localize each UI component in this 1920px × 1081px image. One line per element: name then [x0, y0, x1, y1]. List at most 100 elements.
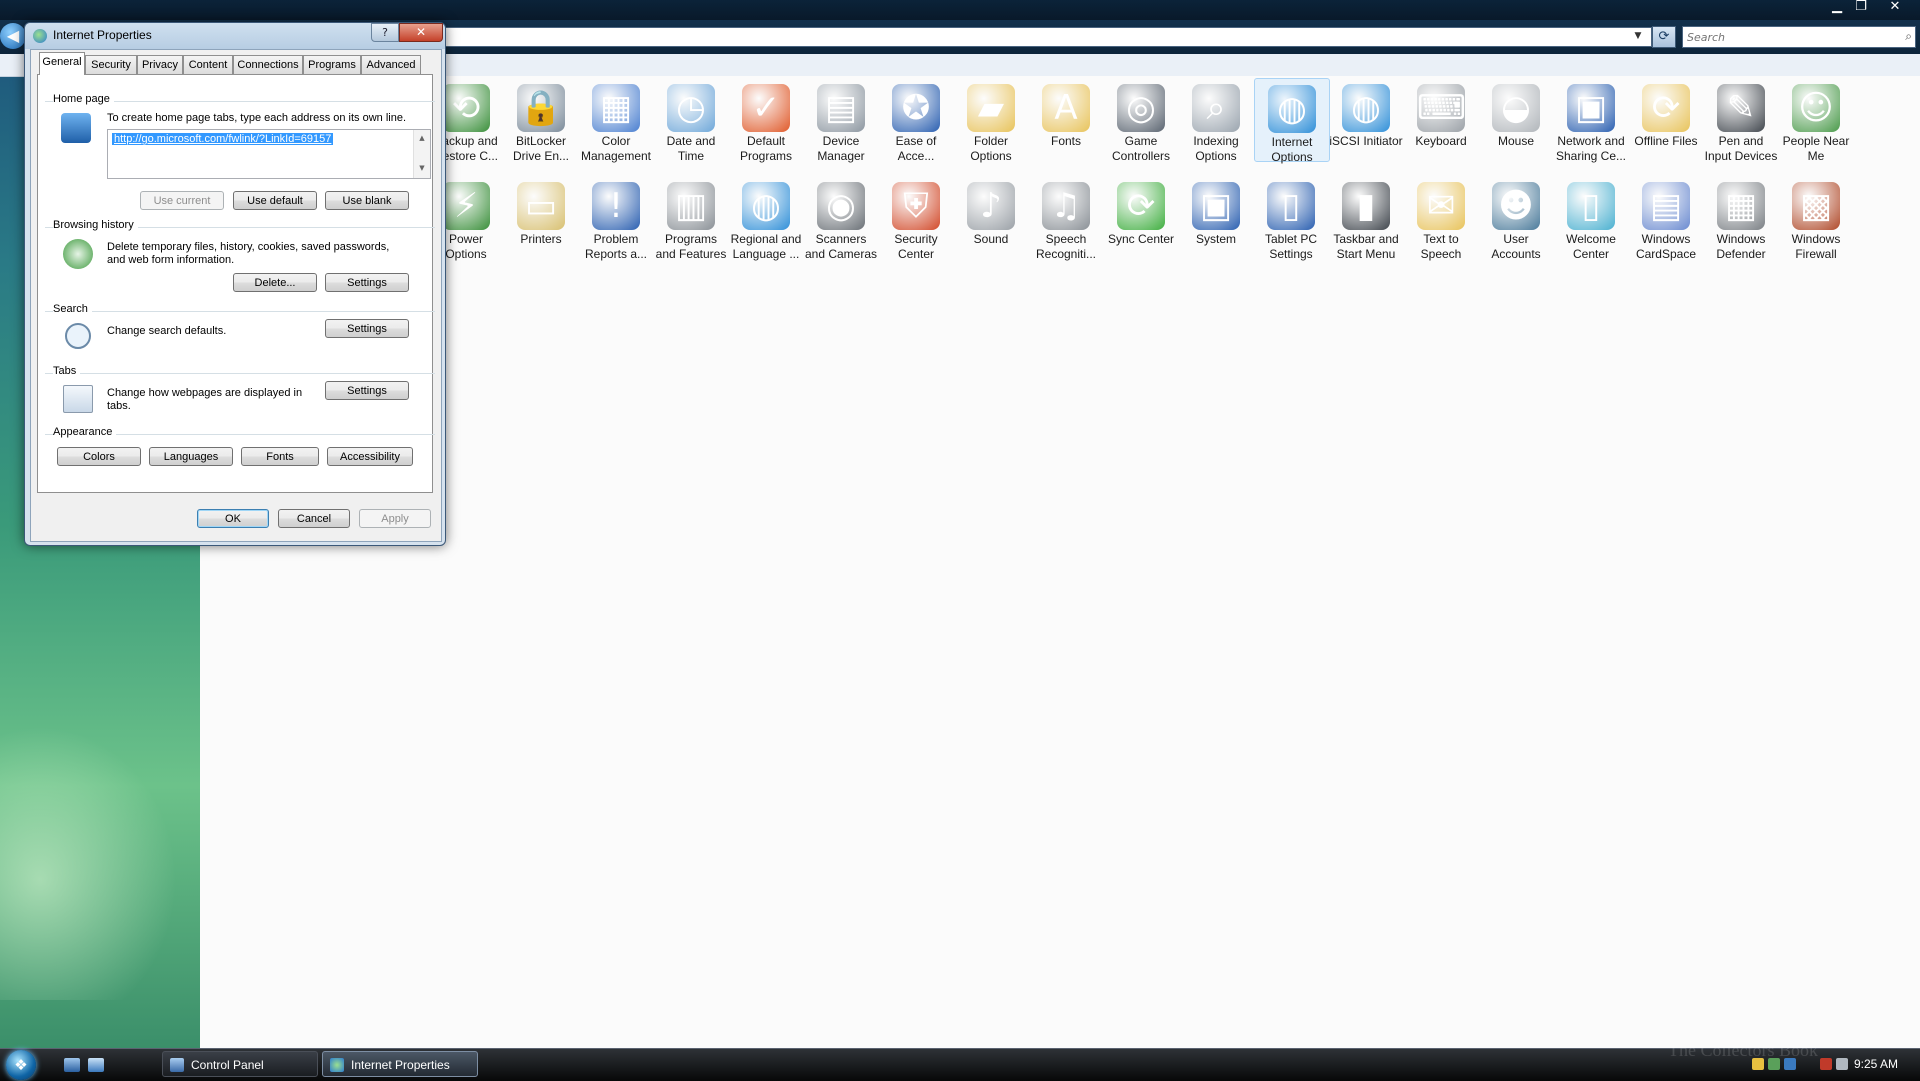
control-panel-item[interactable]: ✪ Ease of Acce...	[879, 78, 953, 163]
restore-button[interactable]: ❐	[1850, 0, 1872, 16]
use-default-button[interactable]: Use default	[233, 191, 317, 210]
tabs-icon	[63, 385, 93, 413]
address-dropdown-icon[interactable]: ▼	[1630, 28, 1646, 44]
control-panel-item[interactable]: ▮ Taskbar and Start Menu	[1329, 176, 1403, 261]
control-panel-item[interactable]: ♪ Sound	[954, 176, 1028, 258]
textarea-scrollbar[interactable]: ▲ ▼	[413, 130, 430, 178]
use-current-button[interactable]: Use current	[140, 191, 224, 210]
taskbar-button-internet-properties[interactable]: Internet Properties	[322, 1051, 478, 1077]
update-tray-icon[interactable]	[1784, 1058, 1796, 1070]
control-panel-item[interactable]: ◒ Mouse	[1479, 78, 1553, 160]
control-panel-item[interactable]: ▯ Welcome Center	[1554, 176, 1628, 261]
firewall-icon: ▩	[1792, 182, 1840, 230]
control-panel-item-label: Windows Defender	[1716, 232, 1766, 261]
printers-icon: ▭	[517, 182, 565, 230]
minimize-button[interactable]: ▁	[1826, 0, 1848, 16]
close-window-button[interactable]: ✕	[1884, 0, 1906, 16]
delete-history-button[interactable]: Delete...	[233, 273, 317, 292]
taskbar-button-control-panel[interactable]: Control Panel	[162, 1051, 318, 1077]
control-panel-item[interactable]: ⌨ Keyboard	[1404, 78, 1478, 160]
tab-privacy[interactable]: Privacy	[137, 55, 183, 74]
speech-recognition-icon: ♫	[1042, 182, 1090, 230]
control-panel-item[interactable]: ✉ Text to Speech	[1404, 176, 1478, 261]
alert-tray-icon[interactable]	[1820, 1058, 1832, 1070]
scroll-up-icon[interactable]: ▲	[414, 134, 430, 142]
dialog-close-button[interactable]: ✕	[399, 23, 443, 42]
control-panel-item[interactable]: ▦ Windows Defender	[1704, 176, 1778, 261]
search-box[interactable]: ⌕	[1682, 26, 1916, 48]
control-panel-item[interactable]: ♫ Speech Recogniti...	[1029, 176, 1103, 261]
control-panel-item[interactable]: ◎ Game Controllers	[1104, 78, 1178, 163]
volume-tray-icon[interactable]	[1836, 1058, 1848, 1070]
control-panel-item[interactable]: ◍ Regional and Language ...	[729, 176, 803, 261]
control-panel-item[interactable]: 🔒 BitLocker Drive En...	[504, 78, 578, 163]
control-panel-item[interactable]: ▦ Color Management	[579, 78, 653, 163]
control-panel-item[interactable]: ▤ Device Manager	[804, 78, 878, 163]
tab-connections[interactable]: Connections	[233, 55, 303, 74]
control-panel-item[interactable]: A Fonts	[1029, 78, 1103, 160]
control-panel-item[interactable]: ▣ System	[1179, 176, 1253, 258]
start-button[interactable]: ❖	[6, 1050, 36, 1080]
control-panel-item[interactable]: ◷ Date and Time	[654, 78, 728, 163]
accessibility-button[interactable]: Accessibility	[327, 447, 413, 466]
tab-programs[interactable]: Programs	[303, 55, 361, 74]
control-panel-item[interactable]: ☻ User Accounts	[1479, 176, 1553, 261]
window-titlebar	[0, 0, 1920, 20]
help-button[interactable]: ?	[371, 23, 399, 42]
colors-button[interactable]: Colors	[57, 447, 141, 466]
control-panel-item[interactable]: ▥ Programs and Features	[654, 176, 728, 261]
control-panel-item[interactable]: ▰ Folder Options	[954, 78, 1028, 163]
control-panel-item-label: Security Center	[894, 232, 938, 261]
control-panel-item[interactable]: ! Problem Reports a...	[579, 176, 653, 261]
use-blank-button[interactable]: Use blank	[325, 191, 409, 210]
cancel-button[interactable]: Cancel	[278, 509, 350, 528]
bitlocker-icon: 🔒	[517, 84, 565, 132]
tray-clock[interactable]: 9:25 AM	[1854, 1057, 1898, 1071]
control-panel-item[interactable]: ▤ Windows CardSpace	[1629, 176, 1703, 261]
network-tray-icon[interactable]	[1768, 1058, 1780, 1070]
security-tray-icon[interactable]	[1752, 1058, 1764, 1070]
date-time-icon: ◷	[667, 84, 715, 132]
tabs-settings-button[interactable]: Settings	[325, 381, 409, 400]
history-settings-button[interactable]: Settings	[325, 273, 409, 292]
languages-button[interactable]: Languages	[149, 447, 233, 466]
control-panel-item[interactable]: ◍ Internet Options	[1254, 78, 1330, 164]
search-input[interactable]	[1687, 29, 1887, 45]
control-panel-item-label: Windows CardSpace	[1635, 232, 1697, 261]
home-page-textarea[interactable]: http://go.microsoft.com/fwlink/?LinkId=6…	[107, 129, 431, 179]
control-panel-item-label: Ease of Acce...	[895, 134, 937, 163]
control-panel-item[interactable]: ▣ Network and Sharing Ce...	[1554, 78, 1628, 163]
show-desktop-icon[interactable]	[64, 1058, 80, 1072]
back-button[interactable]: ◀	[0, 23, 26, 49]
control-panel-item[interactable]: ⛨ Security Center	[879, 176, 953, 261]
control-panel-item[interactable]: ▯ Tablet PC Settings	[1254, 176, 1328, 261]
control-panel-item[interactable]: ▭ Printers	[504, 176, 578, 258]
tab-general[interactable]: General	[39, 52, 85, 75]
search-icon[interactable]: ⌕	[1905, 29, 1912, 44]
control-panel-item[interactable]: ✓ Default Programs	[729, 78, 803, 163]
control-panel-item-label: Indexing Options	[1193, 134, 1239, 163]
control-panel-item[interactable]: ◉ Scanners and Cameras	[804, 176, 878, 261]
control-panel-item[interactable]: ✎ Pen and Input Devices	[1704, 78, 1778, 163]
refresh-button[interactable]: ⟳	[1652, 26, 1676, 48]
scroll-down-icon[interactable]: ▼	[414, 164, 430, 172]
tab-security[interactable]: Security	[85, 55, 137, 74]
network-sharing-icon: ▣	[1567, 84, 1615, 132]
switch-windows-icon[interactable]	[88, 1058, 104, 1072]
control-panel-item[interactable]: ⟳ Sync Center	[1104, 176, 1178, 258]
home-page-url[interactable]: http://go.microsoft.com/fwlink/?LinkId=6…	[112, 133, 334, 145]
search-settings-button[interactable]: Settings	[325, 319, 409, 338]
fonts-button[interactable]: Fonts	[241, 447, 319, 466]
taskbar-start-icon: ▮	[1342, 182, 1390, 230]
control-panel-item[interactable]: ▩ Windows Firewall	[1779, 176, 1853, 261]
control-panel-item[interactable]: ⟳ Offline Files	[1629, 78, 1703, 160]
iscsi-initiator-icon: ◍	[1342, 84, 1390, 132]
tab-advanced[interactable]: Advanced	[361, 55, 421, 74]
regional-language-icon: ◍	[742, 182, 790, 230]
ok-button[interactable]: OK	[197, 509, 269, 528]
control-panel-item[interactable]: ◍ iSCSI Initiator	[1329, 78, 1403, 160]
tab-content[interactable]: Content	[183, 55, 233, 74]
control-panel-item[interactable]: ☺ People Near Me	[1779, 78, 1853, 163]
apply-button[interactable]: Apply	[359, 509, 431, 528]
control-panel-item[interactable]: ⌕ Indexing Options	[1179, 78, 1253, 163]
